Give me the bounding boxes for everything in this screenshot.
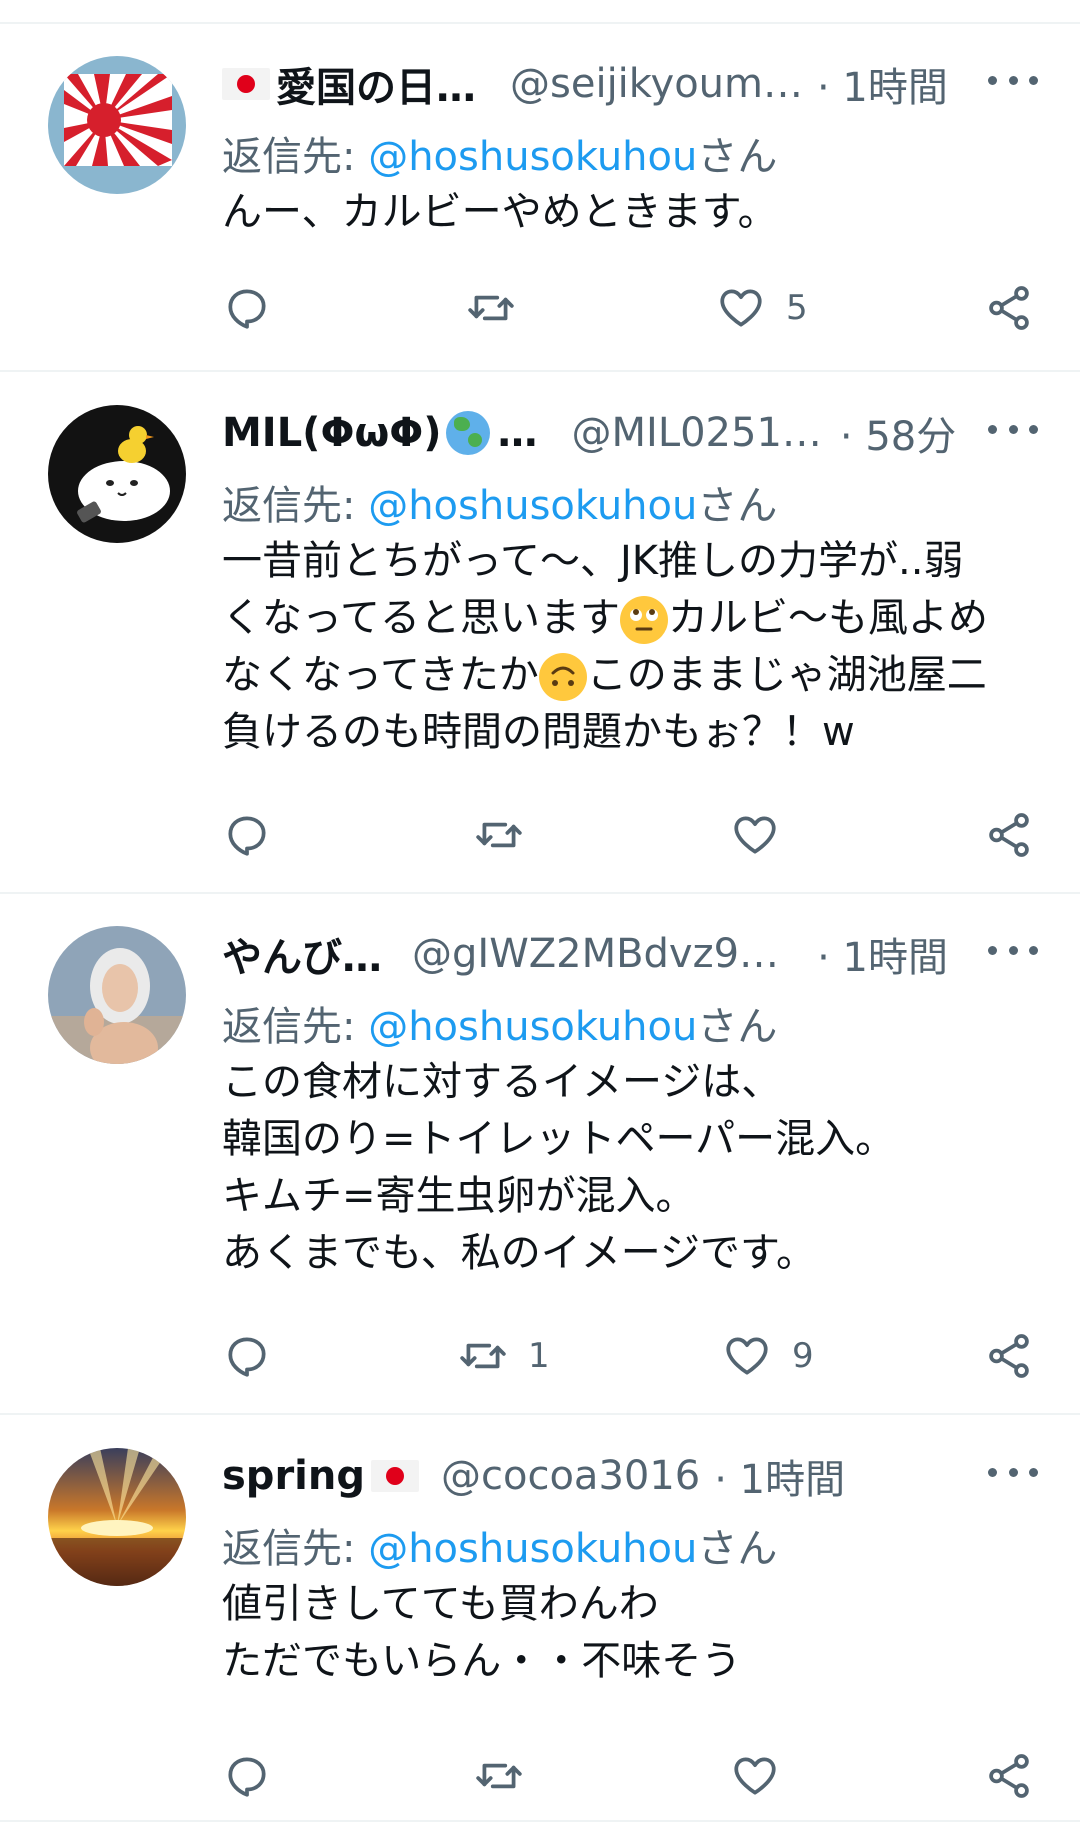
reply-suffix: さん [697, 134, 778, 180]
reply-prefix: 返信先: [222, 483, 369, 529]
woman-portrait-avatar [48, 926, 186, 1064]
reply-mention-link[interactable]: @hoshusokuhou [368, 483, 697, 529]
timestamp[interactable]: · 1時間 [817, 55, 948, 113]
reply-icon [228, 289, 266, 329]
avatar[interactable] [48, 1448, 186, 1586]
japan-flag-icon [371, 1460, 419, 1492]
reply-prefix: 返信先: [222, 1004, 369, 1050]
reply-button[interactable] [222, 1326, 272, 1386]
sunset-avatar [48, 1448, 186, 1586]
share-button[interactable] [984, 1326, 1034, 1386]
user-handle[interactable]: @seijikyoum… [510, 61, 803, 107]
reply-button[interactable] [222, 1746, 272, 1806]
reply-suffix: さん [697, 1526, 778, 1572]
upside-down-face-emoji-icon [538, 653, 587, 701]
reply-prefix: 返信先: [222, 1526, 369, 1572]
replying-to: 返信先: @hoshusokuhouさん [222, 1516, 777, 1574]
retweet-icon [468, 295, 514, 321]
reply-icon [228, 1337, 266, 1377]
display-name[interactable]: 愛国の日… [276, 55, 476, 113]
reply-icon [228, 1757, 266, 1797]
like-button[interactable] [730, 1746, 800, 1806]
like-button[interactable]: 5 [716, 278, 808, 338]
reply-button[interactable] [222, 805, 272, 865]
retweet-icon [476, 822, 522, 848]
display-name[interactable]: MIL(ΦωΦ) [222, 410, 442, 456]
user-handle[interactable]: @MIL0251… [572, 410, 822, 456]
share-icon [989, 1334, 1029, 1378]
retweet-count: 1 [528, 1336, 550, 1376]
heart-icon [720, 289, 762, 327]
reply-suffix: さん [697, 483, 778, 529]
replying-to: 返信先: @hoshusokuhouさん [222, 124, 777, 182]
share-icon [989, 813, 1029, 857]
user-handle[interactable]: @gIWZ2MBdvz9… [412, 931, 779, 977]
reply-button[interactable] [222, 278, 272, 338]
divider [0, 1820, 1080, 1822]
replying-to: 返信先: @hoshusokuhouさん [222, 994, 777, 1052]
like-count: 9 [792, 1336, 814, 1376]
share-icon [989, 1754, 1029, 1798]
divider [0, 370, 1080, 372]
action-bar [0, 1746, 1080, 1806]
tweet-text: この食材に対するイメージは、 韓国のり=トイレットペーパー混入。 キムチ=寄生虫… [222, 1059, 896, 1276]
japan-flag-icon [222, 68, 270, 100]
timestamp[interactable]: · 1時間 [714, 1447, 845, 1505]
tweet-text: んー、カルビーやめときます。 [222, 189, 778, 235]
timestamp[interactable]: · 1時間 [817, 925, 948, 983]
reply-suffix: さん [697, 1004, 778, 1050]
heart-icon [726, 1337, 768, 1375]
tweet-header: MIL(ΦωΦ) … @MIL0251… · 58分 [222, 405, 1042, 461]
heart-icon [734, 1757, 776, 1795]
timestamp[interactable]: · 58分 [840, 404, 956, 462]
heart-icon [734, 816, 776, 854]
share-button[interactable] [984, 1746, 1034, 1806]
share-button[interactable] [984, 805, 1034, 865]
reply-icon [228, 816, 266, 856]
globe-emoji-icon [445, 411, 490, 455]
cartoon-seal-avatar [48, 405, 186, 543]
reply-mention-link[interactable]: @hoshusokuhou [368, 1526, 697, 1572]
like-button[interactable] [730, 805, 800, 865]
user-handle[interactable]: @cocoa3016 [441, 1453, 700, 1499]
rising-sun-flag-avatar [48, 56, 186, 194]
display-name[interactable]: やんび… [222, 925, 382, 983]
tweet-header: やんび… @gIWZ2MBdvz9… · 1時間 [222, 926, 1042, 982]
rolling-eyes-emoji-icon [620, 596, 668, 644]
more-icon[interactable] [988, 1452, 1038, 1492]
retweet-button[interactable] [474, 805, 544, 865]
tweet-header: 愛国の日… @seijikyoum… · 1時間 [222, 56, 1042, 112]
retweet-icon [460, 1343, 506, 1369]
tweet-header: spring @cocoa3016 · 1時間 [222, 1448, 1042, 1504]
share-icon [989, 286, 1029, 330]
action-bar: 1 9 [0, 1326, 1080, 1386]
like-count: 5 [786, 288, 808, 328]
divider [0, 22, 1080, 24]
tweet-text: 一昔前とちがって〜、JK推しの力学が..弱 くなってると思います カルビ〜も風よめ… [222, 533, 1052, 761]
retweet-icon [476, 1763, 522, 1789]
retweet-button[interactable]: 1 [458, 1326, 550, 1386]
action-bar [0, 805, 1080, 865]
share-button[interactable] [984, 278, 1034, 338]
action-bar: 5 [0, 278, 1080, 338]
retweet-button[interactable] [466, 278, 536, 338]
display-name[interactable]: spring [222, 1453, 365, 1499]
retweet-button[interactable] [474, 1746, 544, 1806]
divider [0, 892, 1080, 894]
name-ellipsis: … [497, 410, 538, 456]
avatar[interactable] [48, 405, 186, 543]
more-icon[interactable] [988, 930, 1038, 970]
reply-feed: 愛国の日… @seijikyoum… · 1時間 返信先: @hoshusoku… [0, 0, 1080, 1834]
replying-to: 返信先: @hoshusokuhouさん [222, 473, 777, 531]
more-icon[interactable] [988, 409, 1038, 449]
divider [0, 1413, 1080, 1415]
reply-mention-link[interactable]: @hoshusokuhou [368, 134, 697, 180]
more-icon[interactable] [988, 60, 1038, 100]
like-button[interactable]: 9 [722, 1326, 814, 1386]
avatar[interactable] [48, 926, 186, 1064]
reply-prefix: 返信先: [222, 134, 369, 180]
tweet-text: 値引きしてても買わんわ ただでもいらん・・不味そう [222, 1581, 742, 1684]
reply-mention-link[interactable]: @hoshusokuhou [368, 1004, 697, 1050]
avatar[interactable] [48, 56, 186, 194]
